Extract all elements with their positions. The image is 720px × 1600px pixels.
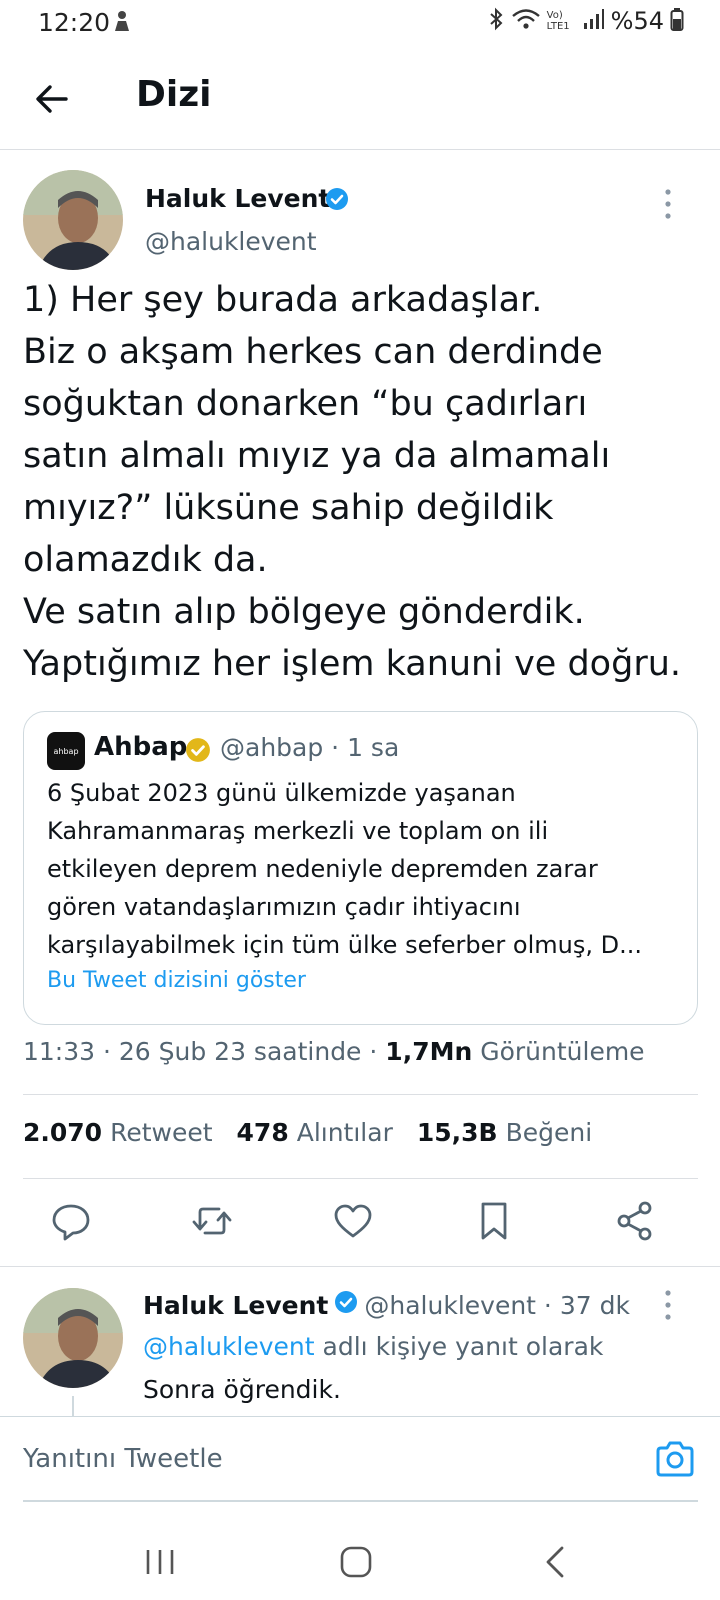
retweet-button[interactable] (189, 1198, 235, 1244)
replying-to-link[interactable]: @haluklevent (143, 1332, 315, 1361)
share-icon (617, 1201, 652, 1241)
reply-tweet-text: Sonra öğrendik. (143, 1375, 341, 1404)
quote-text: 6 Şubat 2023 günü ülkemizde yaşanan Kahr… (47, 774, 677, 964)
quoted-tweet-card[interactable]: ahbap Ahbap @ahbap · 1 sa 6 Şubat 2023 g… (23, 711, 698, 1025)
author-name[interactable]: Haluk Levent (145, 184, 330, 213)
tweet-text-line: soğuktan donarken “bu çadırları (23, 384, 588, 424)
engagement-stats: 2.070 Retweet 478 Alıntılar 15,3B Beğeni (23, 1118, 592, 1147)
tweet-text-line: 1) Her şey burada arkadaşlar. (23, 280, 543, 320)
bookmark-button[interactable] (471, 1198, 517, 1244)
notification-icon (112, 9, 132, 37)
verified-badge-icon (325, 187, 349, 215)
tweet-text: 1) Her şey burada arkadaşlar. Biz o akşa… (23, 274, 703, 690)
camera-button[interactable] (654, 1439, 696, 1479)
quote-handle-time: @ahbap · 1 sa (220, 733, 400, 762)
tweet-text-line: satın almalı mıyız ya da almamalı (23, 436, 611, 476)
bookmark-icon (481, 1202, 507, 1240)
heart-icon (334, 1204, 372, 1238)
reply-author-name[interactable]: Haluk Levent (143, 1291, 328, 1320)
retweet-icon (192, 1207, 232, 1235)
retweets-count: 2.070 (23, 1118, 103, 1147)
tweet-actions (0, 1194, 720, 1250)
quote-text-line: gören vatandaşlarımızın çadır ihtiyacını (47, 893, 521, 921)
chevron-left-icon (546, 1546, 564, 1578)
tweet-text-line: mıyız?” lüksüne sahip değildik (23, 488, 554, 528)
status-time: 12:20 (38, 8, 111, 37)
replying-to-suffix: adlı kişiye yanıt olarak (322, 1332, 604, 1361)
author-handle[interactable]: @haluklevent (145, 227, 317, 256)
arrow-left-icon (36, 85, 68, 113)
battery-percent: %54 (610, 7, 664, 35)
reply-more-options-button[interactable] (656, 1287, 680, 1323)
home-icon (340, 1546, 372, 1578)
quotes-label: Alıntılar (296, 1118, 393, 1147)
tweet-text-line: Ve satın alıp bölgeye gönderdik. (23, 592, 585, 632)
quote-text-line: 6 Şubat 2023 günü ülkemizde yaşanan (47, 779, 516, 807)
retweets-label: Retweet (110, 1118, 213, 1147)
divider (23, 1178, 698, 1179)
quote-text-line: etkileyen deprem nedeniyle depremden zar… (47, 855, 598, 883)
battery-icon (670, 7, 684, 35)
tweet-text-line: olamazdık da. (23, 540, 268, 580)
views-label: Görüntüleme (480, 1037, 645, 1066)
recent-apps-icon (146, 1550, 174, 1574)
system-back-button[interactable] (536, 1542, 576, 1582)
system-nav-bar (0, 1522, 720, 1600)
reply-tweet-header: Haluk Levent @haluklevent · 37 dk (143, 1290, 630, 1320)
likes-count: 15,3B (416, 1118, 498, 1147)
quote-text-line: karşılayabilmek için tüm ülke seferber o… (47, 931, 642, 959)
quotes-count: 478 (236, 1118, 289, 1147)
more-vertical-icon (665, 189, 671, 219)
reply-input[interactable] (23, 1439, 583, 1479)
thread-connector-line (72, 1396, 74, 1416)
verified-badge-icon (334, 1290, 358, 1320)
quote-avatar: ahbap (47, 732, 85, 770)
views-count: 1,7Mn (385, 1037, 473, 1066)
composer-underline (23, 1500, 698, 1502)
recent-apps-button[interactable] (140, 1542, 180, 1582)
more-options-button[interactable] (656, 186, 680, 222)
like-button[interactable] (330, 1198, 376, 1244)
bluetooth-icon (487, 7, 505, 35)
replying-to: @haluklevent adlı kişiye yanıt olarak (143, 1332, 603, 1361)
network-label: Vo) LTE1 (546, 10, 570, 32)
reply-icon (52, 1204, 90, 1241)
quote-logo-text: ahbap (53, 746, 79, 756)
reply-button[interactable] (48, 1198, 94, 1244)
section-divider (0, 1266, 720, 1267)
reply-composer (0, 1416, 720, 1502)
likes-label: Beğeni (505, 1118, 593, 1147)
share-button[interactable] (612, 1198, 658, 1244)
camera-icon (656, 1441, 694, 1477)
retweets-stat[interactable]: 2.070 Retweet (23, 1118, 213, 1147)
show-thread-link[interactable]: Bu Tweet dizisini göster (47, 968, 306, 993)
tweet-meta: 11:33 · 26 Şub 23 saatinde · 1,7Mn Görün… (23, 1037, 645, 1066)
page-title: Dizi (136, 74, 212, 115)
author-avatar[interactable] (23, 170, 123, 270)
quotes-stat[interactable]: 478 Alıntılar (237, 1118, 393, 1147)
reply-handle-time[interactable]: @haluklevent · 37 dk (364, 1291, 630, 1320)
tweet-timestamp: 11:33 · 26 Şub 23 saatinde · (23, 1037, 378, 1066)
home-button[interactable] (336, 1542, 376, 1582)
tweet-text-line: Biz o akşam herkes can derdinde (23, 332, 603, 372)
likes-stat[interactable]: 15,3B Beğeni (417, 1118, 592, 1147)
wifi-icon (511, 7, 541, 35)
top-app-bar: Dizi (0, 52, 720, 150)
quote-text-line: Kahramanmaraş merkezli ve toplam on ili (47, 817, 549, 845)
gold-verified-badge-icon (185, 737, 211, 767)
reply-author-avatar[interactable] (23, 1288, 123, 1388)
signal-icon (583, 8, 605, 34)
status-icons: Vo) LTE1 %54 (487, 7, 684, 35)
tweet-text-line: Yaptığımız her işlem kanuni ve doğru. (23, 644, 682, 684)
more-vertical-icon (665, 1290, 671, 1320)
back-button[interactable] (32, 79, 72, 119)
status-bar: 12:20 Vo) LTE1 %54 (0, 0, 720, 46)
quote-author-name: Ahbap (94, 732, 188, 762)
divider (23, 1094, 698, 1095)
